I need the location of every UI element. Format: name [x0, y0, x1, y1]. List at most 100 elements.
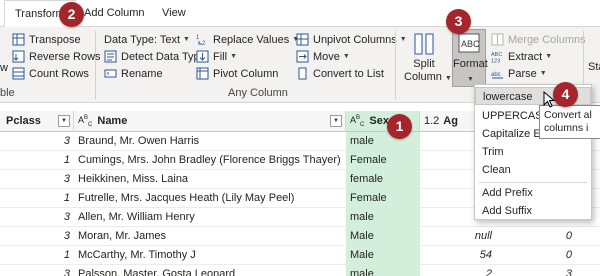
- unpivot-columns-icon: [296, 33, 309, 46]
- cell-pclass[interactable]: 3: [0, 265, 74, 276]
- format-label: Format: [453, 58, 488, 70]
- format-button[interactable]: ABC Format ▼: [452, 29, 488, 87]
- cell-name[interactable]: Braund, Mr. Owen Harris: [74, 132, 346, 151]
- split-column-label-text: Column: [404, 71, 442, 83]
- cell-sex[interactable]: Female: [346, 151, 420, 170]
- cell-sex[interactable]: male: [346, 265, 420, 276]
- cell-pclass[interactable]: 3: [0, 132, 74, 151]
- svg-text:2: 2: [202, 41, 206, 46]
- move-label: Move: [313, 50, 340, 63]
- svg-text:ABC: ABC: [461, 39, 480, 49]
- cell-age[interactable]: 54: [420, 246, 496, 265]
- convert-to-list-icon: [296, 67, 309, 80]
- column-header-name[interactable]: ABC Name ▼: [74, 111, 346, 132]
- chevron-down-icon: ▼: [183, 36, 190, 43]
- chevron-down-icon: ▼: [545, 53, 553, 60]
- column-header-pclass[interactable]: Pclass ▼: [0, 111, 74, 132]
- svg-text:ABC: ABC: [491, 52, 502, 58]
- merge-columns-button[interactable]: Merge Columns: [491, 31, 586, 48]
- chevron-down-icon: ▼: [467, 76, 474, 83]
- count-rows-button[interactable]: Count Rows: [12, 65, 89, 82]
- fill-down-icon: [196, 50, 209, 63]
- cell-sex[interactable]: Male: [346, 246, 420, 265]
- cell-sex[interactable]: male: [346, 132, 420, 151]
- cell-sibsp[interactable]: 0: [496, 246, 576, 265]
- column-header-age[interactable]: 1.2 Ag: [420, 111, 480, 132]
- pivot-column-button[interactable]: Pivot Column: [196, 65, 278, 82]
- decimal-type-icon: 1.2: [424, 115, 440, 127]
- cell-name[interactable]: Allen, Mr. William Henry: [74, 208, 346, 227]
- cell-pclass[interactable]: 3: [0, 227, 74, 246]
- split-column-icon: [414, 33, 434, 55]
- cell-age[interactable]: null: [420, 227, 496, 246]
- cell-pclass[interactable]: 1: [0, 246, 74, 265]
- chevron-down-icon: ▼: [539, 70, 547, 77]
- data-type-label: Data Type: Text: [104, 33, 181, 46]
- menu-item-add-prefix[interactable]: Add Prefix: [475, 184, 591, 202]
- callout-badge-3: 3: [446, 9, 471, 34]
- cell-pclass[interactable]: 1: [0, 189, 74, 208]
- filter-dropdown-icon[interactable]: ▼: [330, 115, 342, 127]
- cell-sex[interactable]: Male: [346, 227, 420, 246]
- convert-to-list-label: Convert to List: [313, 67, 384, 80]
- move-icon: [296, 50, 309, 63]
- tab-add-column[interactable]: Add Column: [84, 7, 145, 19]
- statistics-label: Sta: [588, 60, 600, 73]
- filter-dropdown-icon[interactable]: ▼: [58, 115, 70, 127]
- tab-view[interactable]: View: [162, 7, 186, 19]
- tooltip-line-2: columns i: [544, 122, 589, 134]
- pivot-column-icon: [196, 67, 209, 80]
- unpivot-columns-button[interactable]: Unpivot Columns ▼: [296, 31, 407, 48]
- chevron-down-icon: ▼: [230, 53, 237, 60]
- callout-badge-4: 4: [553, 82, 578, 107]
- ribbon-clipped-left-button[interactable]: w: [0, 59, 8, 76]
- chevron-down-icon: ▼: [342, 53, 350, 60]
- cell-name[interactable]: Futrelle, Mrs. Jacques Heath (Lily May P…: [74, 189, 346, 208]
- cell-sibsp[interactable]: 0: [496, 227, 576, 246]
- cell-name[interactable]: Heikkinen, Miss. Laina: [74, 170, 346, 189]
- svg-text:1: 1: [196, 35, 200, 41]
- table-row: 1 McCarthy, Mr. Timothy J Male 54 0: [0, 246, 600, 265]
- rename-label: Rename: [121, 67, 163, 80]
- column-header-label: Name: [97, 115, 128, 127]
- cell-name[interactable]: Moran, Mr. James: [74, 227, 346, 246]
- fill-button[interactable]: Fill ▼: [196, 48, 237, 65]
- menu-item-add-suffix[interactable]: Add Suffix: [475, 202, 591, 220]
- parse-button[interactable]: abc Parse ▼: [491, 65, 547, 82]
- cell-age[interactable]: 2: [420, 265, 496, 276]
- reverse-rows-label: Reverse Rows: [29, 50, 101, 63]
- reverse-rows-button[interactable]: Reverse Rows: [12, 48, 101, 65]
- menu-separator: [479, 182, 587, 183]
- cell-pclass[interactable]: 3: [0, 170, 74, 189]
- pivot-column-label: Pivot Column: [213, 67, 279, 80]
- replace-values-button[interactable]: 12 Replace Values ▼: [196, 31, 299, 48]
- text-type-icon: ABC: [78, 114, 93, 128]
- group-label-any-column: Any Column: [228, 87, 288, 99]
- move-button[interactable]: Move ▼: [296, 48, 350, 65]
- rename-button[interactable]: Rename: [104, 65, 163, 82]
- cell-sibsp[interactable]: 3: [496, 265, 576, 276]
- split-column-button[interactable]: Split Column ▼: [404, 31, 452, 87]
- extract-label: Extract: [508, 50, 543, 63]
- transpose-button[interactable]: Transpose: [12, 31, 81, 48]
- menu-item-clean[interactable]: Clean: [475, 161, 591, 179]
- menu-item-trim[interactable]: Trim: [475, 143, 591, 161]
- cell-name[interactable]: Cumings, Mrs. John Bradley (Florence Bri…: [74, 151, 346, 170]
- statistics-button-clipped[interactable]: Sta: [588, 58, 600, 75]
- extract-button[interactable]: ABC 123 Extract ▼: [491, 48, 552, 65]
- cell-name[interactable]: McCarthy, Mr. Timothy J: [74, 246, 346, 265]
- detect-data-type-button[interactable]: Detect Data Type: [104, 48, 206, 65]
- cell-pclass[interactable]: 1: [0, 151, 74, 170]
- column-header-label: Ag: [443, 115, 458, 127]
- tooltip-line-1: Convert al: [544, 109, 592, 121]
- data-type-dropdown[interactable]: Data Type: Text ▼: [104, 31, 190, 48]
- svg-text:abc: abc: [491, 72, 501, 78]
- cell-sex[interactable]: female: [346, 170, 420, 189]
- convert-to-list-button[interactable]: Convert to List: [296, 65, 384, 82]
- cell-name[interactable]: Palsson, Master. Gosta Leonard: [74, 265, 346, 276]
- cell-sex[interactable]: Female: [346, 189, 420, 208]
- table-row: 3 Palsson, Master. Gosta Leonard male 2 …: [0, 265, 600, 276]
- cell-pclass[interactable]: 3: [0, 208, 74, 227]
- replace-values-label: Replace Values: [213, 33, 290, 46]
- cell-sex[interactable]: male: [346, 208, 420, 227]
